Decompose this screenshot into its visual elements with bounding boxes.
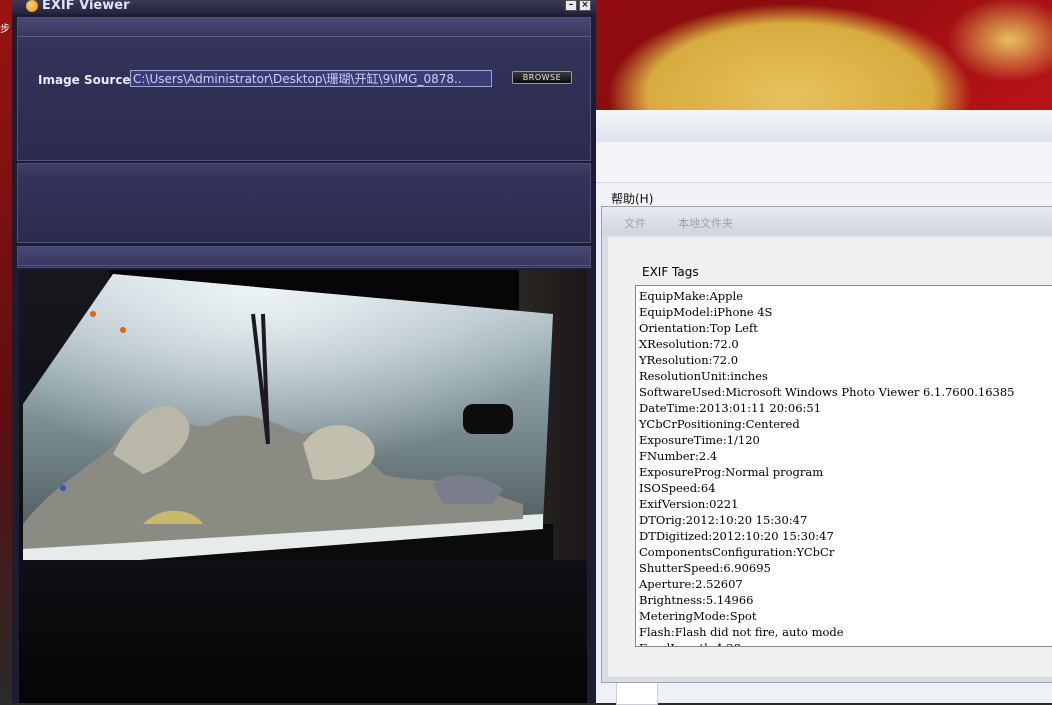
source-panel: Image Source C:\Users\Administrator\Desk… bbox=[17, 17, 591, 161]
exif-tag-item[interactable]: Brightness:5.14966 bbox=[639, 592, 1052, 608]
exif-tags-toolbar: 文件 本地文件夹 bbox=[602, 207, 1052, 235]
window-title: EXIF Viewer bbox=[42, 0, 130, 13]
exif-tag-item[interactable]: EquipMake:Apple bbox=[639, 288, 1052, 304]
exif-tag-item[interactable]: Orientation:Top Left bbox=[639, 320, 1052, 336]
exif-tag-item[interactable]: ShutterSpeed:6.90695 bbox=[639, 560, 1052, 576]
exif-tag-item[interactable]: Flash:Flash did not fire, auto mode bbox=[639, 624, 1052, 640]
exif-tag-item[interactable]: DateTime:2013:01:11 20:06:51 bbox=[639, 400, 1052, 416]
exif-tag-item[interactable]: YResolution:72.0 bbox=[639, 352, 1052, 368]
close-button[interactable]: × bbox=[579, 0, 591, 11]
exif-tag-item[interactable]: ExposureProg:Normal program bbox=[639, 464, 1052, 480]
exif-tag-item[interactable]: DTOrig:2012:10:20 15:30:47 bbox=[639, 512, 1052, 528]
exif-tag-item[interactable]: MeteringMode:Spot bbox=[639, 608, 1052, 624]
menu-item-help[interactable]: 帮助(H) bbox=[611, 190, 653, 207]
image-panel-header bbox=[17, 246, 591, 268]
aquarium-photo bbox=[19, 270, 587, 703]
exif-tag-item[interactable]: ExifVersion:0221 bbox=[639, 496, 1052, 512]
minimize-button[interactable]: – bbox=[565, 0, 577, 11]
exif-tag-item[interactable]: FNumber:2.4 bbox=[639, 448, 1052, 464]
background-window-menubar bbox=[596, 186, 1052, 208]
exif-tag-item[interactable]: EquipModel:iPhone 4S bbox=[639, 304, 1052, 320]
exif-tags-list[interactable]: EquipMake:Apple EquipModel:iPhone 4S Orien… bbox=[635, 285, 1052, 647]
background-window-address-bar bbox=[596, 142, 1052, 183]
toolbar-item-local-folder[interactable]: 本地文件夹 bbox=[678, 215, 733, 231]
title-bar: EXIF Viewer – × bbox=[12, 0, 596, 14]
aquarium-stand bbox=[19, 560, 587, 703]
exif-tag-item[interactable]: DTDigitized:2012:10:20 15:30:47 bbox=[639, 528, 1052, 544]
exif-tags-window: 文件 本地文件夹 EXIF Tags EquipMake:Apple EquipM… bbox=[601, 206, 1052, 683]
toolbar-item-file[interactable]: 文件 bbox=[624, 215, 646, 231]
exif-tags-client: EXIF Tags EquipMake:Apple EquipModel:iPho… bbox=[608, 237, 1052, 677]
exif-tag-item[interactable]: XResolution:72.0 bbox=[639, 336, 1052, 352]
middle-panel bbox=[17, 163, 591, 243]
image-panel-header-bar bbox=[18, 247, 590, 266]
source-panel-header bbox=[18, 18, 590, 37]
exif-tag-item[interactable]: SoftwareUsed:Microsoft Windows Photo Vie… bbox=[639, 384, 1052, 400]
image-source-input[interactable]: C:\Users\Administrator\Desktop\珊瑚\开缸\9\I… bbox=[130, 70, 492, 87]
exif-tag-item[interactable]: ISOSpeed:64 bbox=[639, 480, 1052, 496]
exif-tag-item[interactable]: Aperture:2.52607 bbox=[639, 576, 1052, 592]
desktop-icon-label: 步 bbox=[0, 24, 10, 35]
exif-tag-item[interactable]: FocalLength:4.28 bbox=[639, 640, 1052, 646]
exif-tag-item[interactable]: ResolutionUnit:inches bbox=[639, 368, 1052, 384]
aquarium-tank-image bbox=[23, 274, 553, 574]
image-source-label: Image Source bbox=[38, 73, 131, 87]
background-window-toolbar bbox=[596, 110, 1052, 143]
exif-tag-item[interactable]: YCbCrPositioning:Centered bbox=[639, 416, 1052, 432]
exif-tag-item[interactable]: ComponentsConfiguration:YCbCr bbox=[639, 544, 1052, 560]
browse-button[interactable]: BROWSE bbox=[512, 71, 572, 84]
app-icon bbox=[26, 0, 38, 12]
exif-viewer-window: EXIF Viewer – × Image Source C:\Users\Ad… bbox=[12, 0, 596, 703]
exif-tag-item[interactable]: ExposureTime:1/120 bbox=[639, 432, 1052, 448]
exif-tags-label: EXIF Tags bbox=[642, 265, 699, 279]
